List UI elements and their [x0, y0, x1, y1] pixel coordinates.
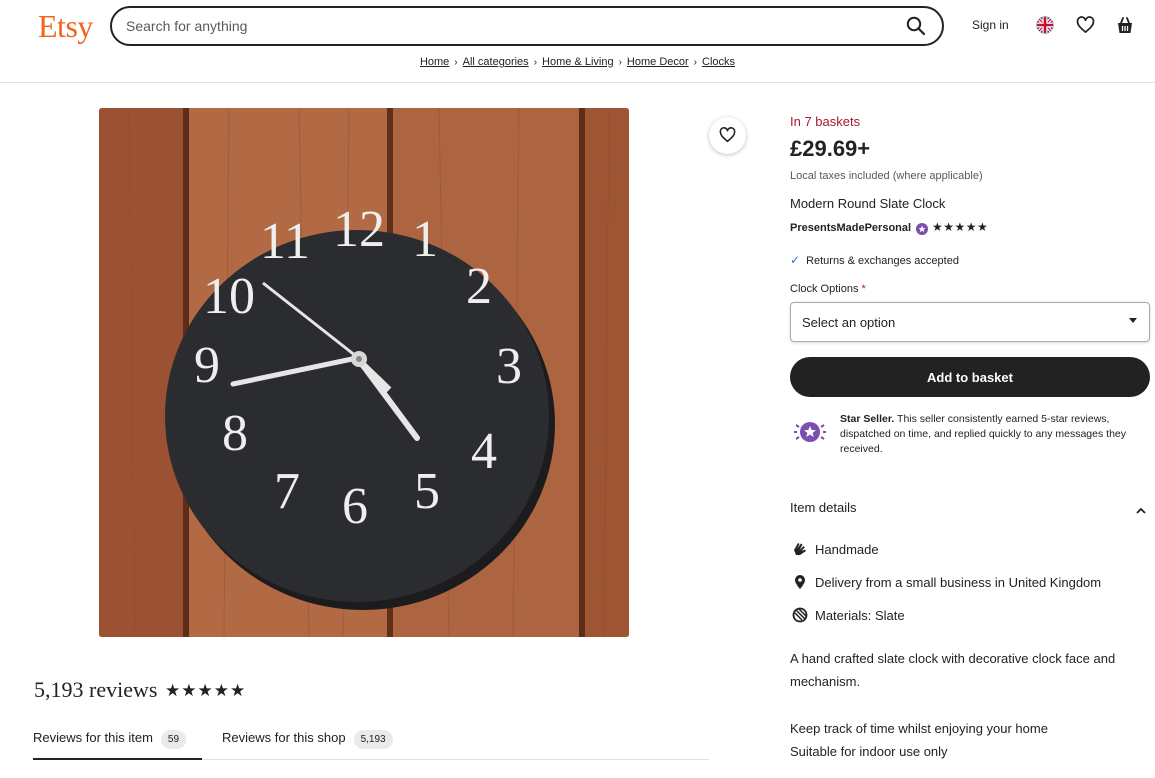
numeral-1: 1	[412, 211, 438, 268]
breadcrumb-clocks[interactable]: Clocks	[702, 56, 735, 68]
product-image[interactable]: 12 1 2 3 4 5 6 7 8 9 10 11	[99, 108, 629, 637]
checkmark-icon: ✓	[790, 253, 801, 267]
star-seller-title: Star Seller.	[840, 413, 895, 425]
breadcrumb-home-decor[interactable]: Home Decor	[627, 56, 689, 68]
numeral-8: 8	[222, 405, 248, 462]
product-title: Modern Round Slate Clock	[790, 196, 946, 211]
star-seller-icon	[792, 419, 828, 450]
tab-reviews-item[interactable]: Reviews for this item 59	[33, 718, 202, 760]
tab-label: Reviews for this shop	[222, 730, 346, 745]
numeral-5: 5	[414, 463, 440, 520]
reviews-tabs: Reviews for this item 59 Reviews for this…	[33, 718, 709, 760]
numeral-10: 10	[203, 268, 255, 325]
chevron-right-icon: ›	[693, 57, 698, 68]
chevron-right-icon: ›	[533, 57, 538, 68]
clock-options-select[interactable]: Select an option	[790, 302, 1150, 342]
caret-down-icon	[1129, 318, 1137, 323]
shop-star-rating: ★★★★★	[932, 220, 989, 234]
tab-reviews-shop[interactable]: Reviews for this shop 5,193	[222, 718, 393, 760]
breadcrumb-all-categories[interactable]: All categories	[463, 56, 529, 68]
numeral-11: 11	[260, 213, 310, 270]
site-header: Etsy Sign in Home › All categories › Home & …	[0, 0, 1155, 83]
description-line: Suitable for indoor use only	[790, 744, 948, 759]
tax-note: Local taxes included (where applicable)	[790, 170, 983, 182]
select-value: Select an option	[802, 315, 896, 330]
materials-icon	[792, 607, 808, 623]
numeral-12: 12	[333, 201, 385, 258]
item-details-heading[interactable]: Item details	[790, 500, 856, 515]
add-to-basket-button[interactable]: Add to basket	[790, 357, 1150, 397]
search-icon[interactable]	[906, 16, 928, 38]
breadcrumb: Home › All categories › Home & Living › Home D…	[0, 56, 1155, 68]
search-bar[interactable]	[110, 6, 944, 46]
price: £29.69+	[790, 136, 871, 161]
favorites-heart-icon[interactable]	[1076, 16, 1096, 36]
numeral-6: 6	[342, 478, 368, 535]
hand-icon	[794, 543, 806, 555]
returns-text: Returns & exchanges accepted	[806, 255, 959, 267]
required-marker: *	[861, 283, 866, 295]
uk-flag-icon[interactable]	[1036, 16, 1056, 36]
numeral-9: 9	[194, 337, 220, 394]
add-to-favorites-button[interactable]	[709, 117, 746, 154]
reviews-heading: 5,193 reviews	[34, 677, 158, 702]
reviews-star-rating: ★★★★★	[165, 681, 247, 700]
breadcrumb-home[interactable]: Home	[420, 56, 449, 68]
numeral-3: 3	[496, 338, 522, 395]
shop-name-link[interactable]: PresentsMadePersonal	[790, 222, 911, 234]
star-seller-badge-icon	[916, 222, 928, 240]
basket-icon[interactable]	[1116, 16, 1136, 36]
heart-icon	[719, 127, 736, 143]
search-input[interactable]	[126, 16, 886, 36]
count-badge: 59	[160, 730, 187, 749]
returns-info: ✓ Returns & exchanges accepted	[790, 253, 959, 267]
sign-in-link[interactable]: Sign in	[972, 18, 1009, 32]
chevron-up-icon[interactable]	[1136, 502, 1146, 520]
numeral-7: 7	[274, 463, 300, 520]
location-pin-icon	[795, 575, 805, 589]
clock-options-label: Clock Options *	[790, 283, 866, 295]
chevron-right-icon: ›	[618, 57, 622, 68]
in-baskets-label: In 7 baskets	[790, 114, 861, 129]
breadcrumb-home-living[interactable]: Home & Living	[542, 56, 614, 68]
star-seller-description: Star Seller. This seller consistently ea…	[840, 413, 1126, 455]
tab-label: Reviews for this item	[33, 730, 153, 745]
etsy-logo[interactable]: Etsy	[38, 8, 93, 45]
numeral-2: 2	[466, 258, 492, 315]
chevron-right-icon: ›	[454, 57, 458, 68]
numeral-4: 4	[471, 423, 497, 480]
description-paragraph: A hand crafted slate clock with decorati…	[790, 651, 1116, 689]
count-badge: 5,193	[353, 730, 393, 749]
description-line: Keep track of time whilst enjoying your …	[790, 721, 1048, 736]
